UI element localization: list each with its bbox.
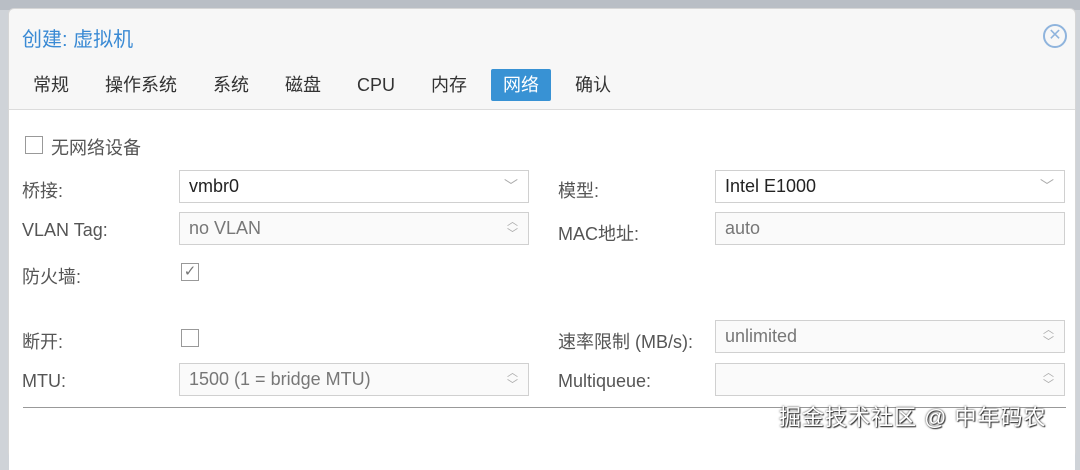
vlan-value: no VLAN (189, 218, 262, 238)
mtu-input[interactable]: 1500 (1 = bridge MTU) ︿ ﹀ (179, 363, 529, 396)
close-icon[interactable]: ✕ (1043, 24, 1067, 48)
multiqueue-label: Multiqueue: (558, 371, 652, 391)
spinner-icon[interactable]: ︿ ﹀ (507, 367, 518, 391)
vlan-label: VLAN Tag: (22, 220, 108, 240)
tab-os[interactable]: 操作系统 (93, 69, 189, 101)
tab-cpu[interactable]: CPU (345, 69, 407, 101)
create-vm-dialog: 创建: 虚拟机 ✕ 常规 操作系统 系统 磁盘 CPU 内存 网络 确认 无网络… (8, 8, 1076, 470)
multiqueue-input[interactable]: ︿ ﹀ (715, 363, 1065, 396)
mac-input[interactable]: auto (715, 212, 1065, 245)
mac-value: auto (725, 218, 761, 238)
chevron-down-icon: ﹀ (1040, 178, 1054, 194)
bridge-value: vmbr0 (189, 176, 240, 196)
tab-confirm[interactable]: 确认 (563, 69, 623, 101)
model-value: Intel E1000 (725, 176, 817, 196)
tab-network[interactable]: 网络 (491, 69, 552, 101)
bridge-label: 桥接: (22, 181, 64, 201)
mtu-value: 1500 (1 = bridge MTU) (189, 369, 371, 389)
tab-disk[interactable]: 磁盘 (273, 69, 333, 101)
no-network-checkbox[interactable] (25, 136, 43, 154)
vlan-input[interactable]: no VLAN ︿ ﹀ (179, 212, 529, 245)
disconnect-checkbox[interactable] (181, 329, 199, 347)
spinner-icon[interactable]: ︿ ﹀ (1043, 367, 1054, 391)
no-network-label: 无网络设备 (51, 138, 141, 158)
firewall-checkbox[interactable]: ✓ (181, 263, 199, 281)
spinner-icon[interactable]: ︿ ﹀ (507, 216, 518, 240)
bridge-select[interactable]: vmbr0 ﹀ (179, 170, 529, 203)
wizard-tabs: 常规 操作系统 系统 磁盘 CPU 内存 网络 确认 (21, 69, 635, 101)
tab-system[interactable]: 系统 (201, 69, 261, 101)
mtu-label: MTU: (22, 371, 66, 391)
disconnect-label: 断开: (22, 332, 64, 352)
dialog-title: 创建: 虚拟机 (22, 29, 134, 51)
chevron-down-icon: ﹀ (504, 178, 518, 194)
watermark: 掘金技术社区 @ 中年码农 (779, 405, 1047, 430)
spinner-icon[interactable]: ︿ ﹀ (1043, 324, 1054, 348)
firewall-label: 防火墙: (22, 267, 82, 287)
rate-limit-input[interactable]: unlimited ︿ ﹀ (715, 320, 1065, 353)
mac-label: MAC地址: (558, 224, 639, 244)
tab-memory[interactable]: 内存 (419, 69, 479, 101)
rate-limit-label: 速率限制 (MB/s): (558, 332, 693, 352)
tab-general[interactable]: 常规 (21, 69, 81, 101)
model-label: 模型: (558, 181, 600, 201)
model-select[interactable]: Intel E1000 ﹀ (715, 170, 1065, 203)
rate-limit-value: unlimited (725, 326, 798, 346)
